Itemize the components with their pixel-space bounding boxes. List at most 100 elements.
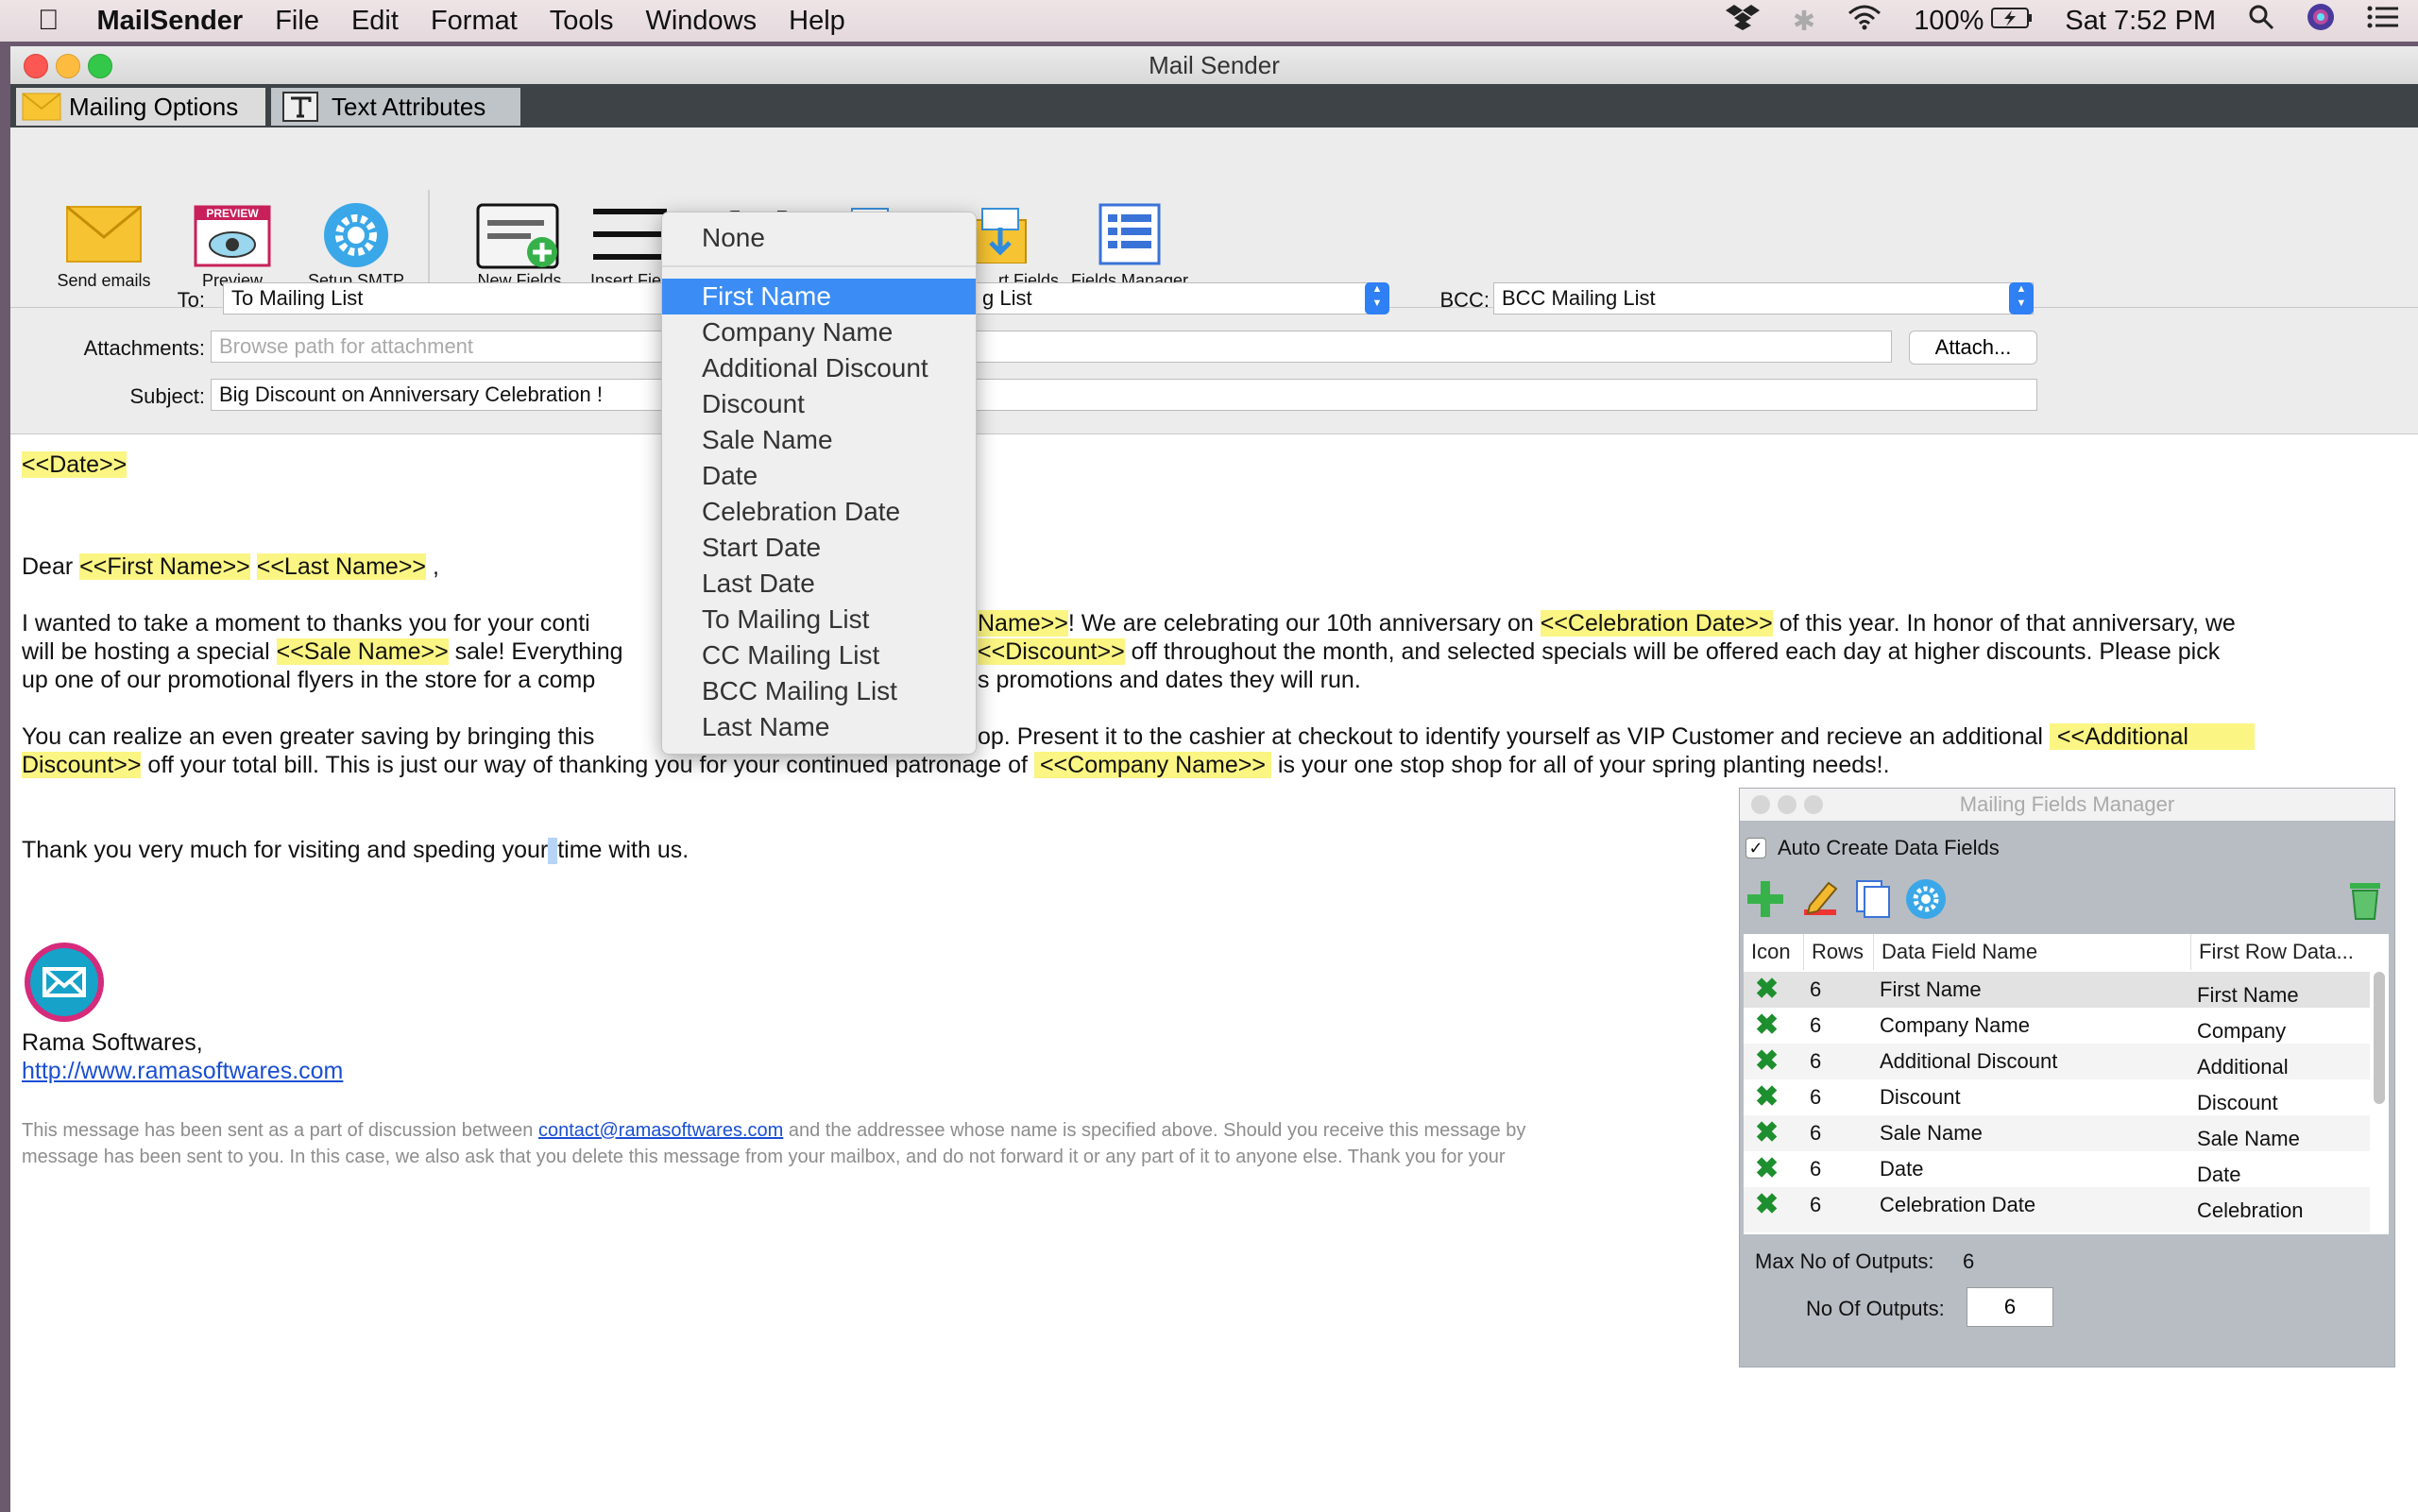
editor-line-p2-1b: op. Present it to the cashier at checkou… bbox=[978, 723, 2255, 751]
add-field-button[interactable] bbox=[1744, 877, 1787, 926]
bluetooth-icon[interactable]: ✱ bbox=[1793, 5, 1815, 38]
attachments-input[interactable]: Browse path for attachment bbox=[211, 331, 1892, 363]
panel-zoom-icon[interactable] bbox=[1804, 795, 1823, 814]
dropdown-item-first-name[interactable]: First Name bbox=[662, 279, 976, 314]
bcc-stepper-icon[interactable]: ▲ ▼ bbox=[2009, 282, 2034, 314]
field-settings-button[interactable] bbox=[1904, 877, 1948, 926]
menu-file[interactable]: File bbox=[275, 6, 319, 37]
apple-icon[interactable]:  bbox=[38, 5, 60, 37]
panel-minimize-icon[interactable] bbox=[1778, 795, 1796, 814]
cc-stepper-icon[interactable]: ▲ ▼ bbox=[1365, 282, 1389, 314]
field-tag-company-name[interactable]: <<Company Name>> bbox=[1033, 752, 1271, 778]
dropdown-item-celebration-date[interactable]: Celebration Date bbox=[662, 494, 976, 530]
column-header-icon[interactable]: Icon bbox=[1744, 934, 1804, 970]
trash-icon bbox=[2350, 883, 2380, 920]
edit-field-button[interactable] bbox=[1798, 877, 1842, 926]
dropdown-item-discount[interactable]: Discount bbox=[662, 386, 976, 422]
field-tag-company-name-partial[interactable]: Name>> bbox=[978, 610, 1068, 637]
table-scrollbar[interactable] bbox=[2374, 972, 2385, 1104]
spotlight-icon[interactable] bbox=[2248, 4, 2274, 38]
wifi-icon[interactable] bbox=[1848, 4, 1882, 38]
dropdown-item-additional-discount[interactable]: Additional Discount bbox=[662, 350, 976, 386]
dropdown-separator bbox=[662, 265, 976, 267]
body-text: off your total bill. This is just our wa… bbox=[147, 752, 1028, 778]
menu-tools[interactable]: Tools bbox=[550, 6, 614, 37]
dropdown-item-bcc-mailing-list[interactable]: BCC Mailing List bbox=[662, 673, 976, 709]
fields-manager-icon bbox=[1098, 203, 1161, 265]
no-of-outputs-input[interactable]: 6 bbox=[1967, 1287, 2053, 1327]
table-row[interactable]: ✖ 6 Celebration Date Celebration bbox=[1744, 1187, 2370, 1232]
delete-field-button[interactable] bbox=[2344, 877, 2386, 926]
rows-cell: 6 bbox=[1810, 1157, 1822, 1181]
field-tag-sale-name[interactable]: <<Sale Name>> bbox=[276, 638, 449, 665]
dropdown-item-last-date[interactable]: Last Date bbox=[662, 566, 976, 602]
table-row[interactable]: ✖ 6 Company Name Company bbox=[1744, 1008, 2370, 1044]
excel-field-icon: ✖ bbox=[1755, 1117, 1779, 1148]
comma-text: , bbox=[432, 553, 439, 580]
battery-icon[interactable] bbox=[1991, 6, 2033, 37]
no-of-outputs-label: No Of Outputs: bbox=[1806, 1297, 1945, 1320]
auto-create-checkbox-row[interactable]: ✓ Auto Create Data Fields bbox=[1745, 836, 2000, 860]
setup-smtp-button[interactable]: Setup SMTP bbox=[290, 127, 422, 307]
table-row[interactable]: ✖ 6 Date Date bbox=[1744, 1151, 2370, 1187]
panel-title[interactable]: Mailing Fields Manager bbox=[1740, 789, 2394, 821]
table-row[interactable]: ✖ 6 Sale Name Sale Name bbox=[1744, 1115, 2370, 1151]
field-tag-celebration-date[interactable]: <<Celebration Date>> bbox=[1540, 610, 1773, 637]
siri-icon[interactable] bbox=[2307, 3, 2335, 39]
editor-line-p1-2b: <<Discount>> off throughout the month, a… bbox=[978, 638, 2220, 666]
table-row[interactable]: ✖ 6 Discount Discount bbox=[1744, 1079, 2370, 1115]
dropdown-item-none[interactable]: None bbox=[662, 220, 976, 256]
tab-mailing-options[interactable]: Mailing Options bbox=[16, 88, 265, 126]
footer-line-2: message has been sent to you. In this ca… bbox=[22, 1147, 1506, 1167]
menu-format[interactable]: Format bbox=[431, 6, 518, 37]
editor-line-date: <<Date>> bbox=[22, 451, 128, 479]
dropdown-item-company-name[interactable]: Company Name bbox=[662, 314, 976, 350]
field-tag-first-name[interactable]: <<First Name>> bbox=[79, 553, 250, 580]
footer-line-1: This message has been sent as a part of … bbox=[22, 1120, 1525, 1142]
dropdown-item-date[interactable]: Date bbox=[662, 458, 976, 494]
app-menu[interactable]: MailSender bbox=[97, 6, 244, 37]
field-tag-date[interactable]: <<Date>> bbox=[22, 451, 128, 478]
menu-help[interactable]: Help bbox=[789, 6, 845, 37]
text-cursor bbox=[548, 838, 558, 865]
attach-button[interactable]: Attach... bbox=[1909, 331, 2037, 365]
tab-text-attributes[interactable]: Text Attributes bbox=[271, 88, 520, 126]
fields-manager-button[interactable]: Fields Manager bbox=[1059, 127, 1200, 307]
send-emails-button[interactable]: Send emails bbox=[35, 127, 173, 307]
notification-center-icon[interactable] bbox=[2367, 5, 2399, 37]
field-tag-discount[interactable]: <<Discount>> bbox=[978, 638, 1125, 665]
clock[interactable]: Sat 7:52 PM bbox=[2065, 6, 2216, 37]
column-header-data-field-name[interactable]: Data Field Name bbox=[1874, 934, 2191, 970]
mailing-fields-manager-panel: Mailing Fields Manager ✓ Auto Create Dat… bbox=[1739, 788, 2395, 1368]
field-tag-additional-discount[interactable]: <<Additional bbox=[2049, 723, 2255, 750]
to-field[interactable]: To Mailing List bbox=[223, 282, 676, 314]
plus-icon bbox=[1747, 881, 1783, 917]
table-row[interactable]: ✖ 6 First Name First Name bbox=[1744, 972, 2370, 1008]
table-row[interactable]: ✖ 6 Additional Discount Additional bbox=[1744, 1044, 2370, 1079]
cc-field[interactable]: g List bbox=[974, 282, 1376, 314]
duplicate-field-button[interactable] bbox=[1851, 877, 1895, 926]
bcc-field[interactable]: BCC Mailing List bbox=[1493, 282, 2034, 314]
menu-windows[interactable]: Windows bbox=[645, 6, 757, 37]
field-tag-last-name[interactable]: <<Last Name>> bbox=[256, 553, 427, 580]
dropbox-icon[interactable] bbox=[1725, 3, 1761, 39]
panel-close-icon[interactable] bbox=[1751, 795, 1770, 814]
column-header-rows[interactable]: Rows bbox=[1804, 934, 1874, 970]
column-header-first-row-data[interactable]: First Row Data... bbox=[2191, 934, 2370, 970]
dropdown-item-start-date[interactable]: Start Date bbox=[662, 530, 976, 566]
preview-button[interactable]: PREVIEW Preview bbox=[180, 127, 284, 307]
dropdown-item-sale-name[interactable]: Sale Name bbox=[662, 422, 976, 458]
dropdown-item-to-mailing-list[interactable]: To Mailing List bbox=[662, 602, 976, 637]
field-tag-additional-discount-cont[interactable]: Discount>> bbox=[22, 752, 142, 778]
contact-email-link[interactable]: contact@ramasoftwares.com bbox=[538, 1120, 783, 1141]
dropdown-item-cc-mailing-list[interactable]: CC Mailing List bbox=[662, 637, 976, 673]
dropdown-item-last-name[interactable]: Last Name bbox=[662, 709, 976, 745]
website-link[interactable]: http://www.ramasoftwares.com bbox=[22, 1058, 343, 1085]
new-fields-button[interactable]: New Fields bbox=[460, 127, 579, 307]
title-bar[interactable]: Mail Sender bbox=[10, 46, 2418, 85]
subject-label: Subject: bbox=[129, 384, 206, 408]
menu-edit[interactable]: Edit bbox=[351, 6, 399, 37]
editor-line-thanks: Thank you very much for visiting and spe… bbox=[22, 837, 689, 865]
checkbox-icon[interactable]: ✓ bbox=[1745, 838, 1766, 858]
subject-input[interactable]: Big Discount on Anniversary Celebration … bbox=[211, 379, 2037, 411]
